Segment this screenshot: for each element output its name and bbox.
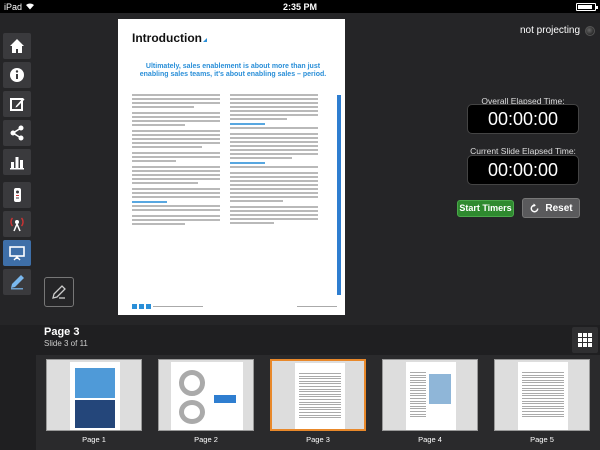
pen-icon bbox=[11, 275, 24, 290]
sidebar bbox=[0, 33, 32, 298]
current-page-title: Page 3 bbox=[44, 326, 80, 338]
bar-chart-icon bbox=[10, 157, 24, 170]
projection-status-text: not projecting bbox=[520, 25, 581, 36]
slide-accent-bar bbox=[337, 95, 341, 295]
current-page-subtitle: Slide 3 of 11 bbox=[44, 339, 88, 348]
slide-title: Introduction bbox=[132, 31, 207, 45]
share-icon bbox=[10, 125, 24, 141]
current-slide-timer: 00:00:00 bbox=[467, 155, 579, 185]
battery-icon bbox=[576, 2, 598, 11]
page-thumbnail-3[interactable] bbox=[270, 359, 366, 431]
reset-label: Reset bbox=[545, 202, 573, 214]
share-button[interactable] bbox=[3, 120, 31, 146]
grid-icon bbox=[578, 333, 592, 347]
page-navigator: Page 3 Slide 3 of 11 Page 1 Page 2 Page … bbox=[0, 325, 600, 450]
thumbnail-label: Page 4 bbox=[418, 435, 442, 444]
grid-view-button[interactable] bbox=[572, 327, 598, 353]
broadcast-button[interactable] bbox=[3, 211, 31, 237]
thumbnail-label: Page 3 bbox=[306, 435, 330, 444]
presentation-button[interactable] bbox=[3, 240, 31, 266]
home-button[interactable] bbox=[3, 33, 31, 59]
page-thumbnail-1[interactable] bbox=[46, 359, 142, 431]
edit-icon bbox=[10, 98, 25, 111]
info-button[interactable] bbox=[3, 62, 31, 88]
presentation-icon bbox=[9, 246, 25, 261]
clock: 2:35 PM bbox=[282, 1, 317, 12]
slide-column-left bbox=[132, 94, 220, 227]
page-thumbnail-4[interactable] bbox=[382, 359, 478, 431]
thumbnail-label: Page 1 bbox=[82, 435, 106, 444]
remote-icon bbox=[14, 188, 21, 202]
start-timers-button[interactable]: Start Timers bbox=[457, 200, 514, 217]
pen-button[interactable] bbox=[3, 269, 31, 295]
info-icon bbox=[10, 68, 24, 82]
page-thumbnail-5[interactable] bbox=[494, 359, 590, 431]
projection-indicator-icon bbox=[585, 25, 596, 36]
thumbnail-label: Page 2 bbox=[194, 435, 218, 444]
annotate-button[interactable] bbox=[44, 277, 74, 307]
page-thumbnail-2[interactable] bbox=[158, 359, 254, 431]
broadcast-icon bbox=[10, 217, 24, 232]
reset-button[interactable]: Reset bbox=[522, 198, 580, 218]
thumbnail-strip: Page 1 Page 2 Page 3 Page 4 Page 5 bbox=[36, 355, 600, 450]
stats-button[interactable] bbox=[3, 149, 31, 175]
projection-status: not projecting bbox=[520, 25, 596, 36]
reset-icon bbox=[530, 202, 539, 212]
pencil-icon bbox=[52, 285, 66, 299]
slide-footer bbox=[132, 303, 337, 309]
remote-button[interactable] bbox=[3, 182, 31, 208]
current-slide: Introduction Ultimately, sales enablemen… bbox=[118, 19, 345, 315]
status-bar: iPad 2:35 PM bbox=[0, 0, 600, 13]
slide-headline: Ultimately, sales enablement is about mo… bbox=[139, 63, 327, 79]
slide-column-right bbox=[230, 94, 318, 226]
thumbnail-label: Page 5 bbox=[530, 435, 554, 444]
edit-button[interactable] bbox=[3, 91, 31, 117]
overall-timer: 00:00:00 bbox=[467, 104, 579, 134]
home-icon bbox=[10, 39, 24, 53]
presenter-view: Introduction Ultimately, sales enablemen… bbox=[0, 13, 600, 325]
